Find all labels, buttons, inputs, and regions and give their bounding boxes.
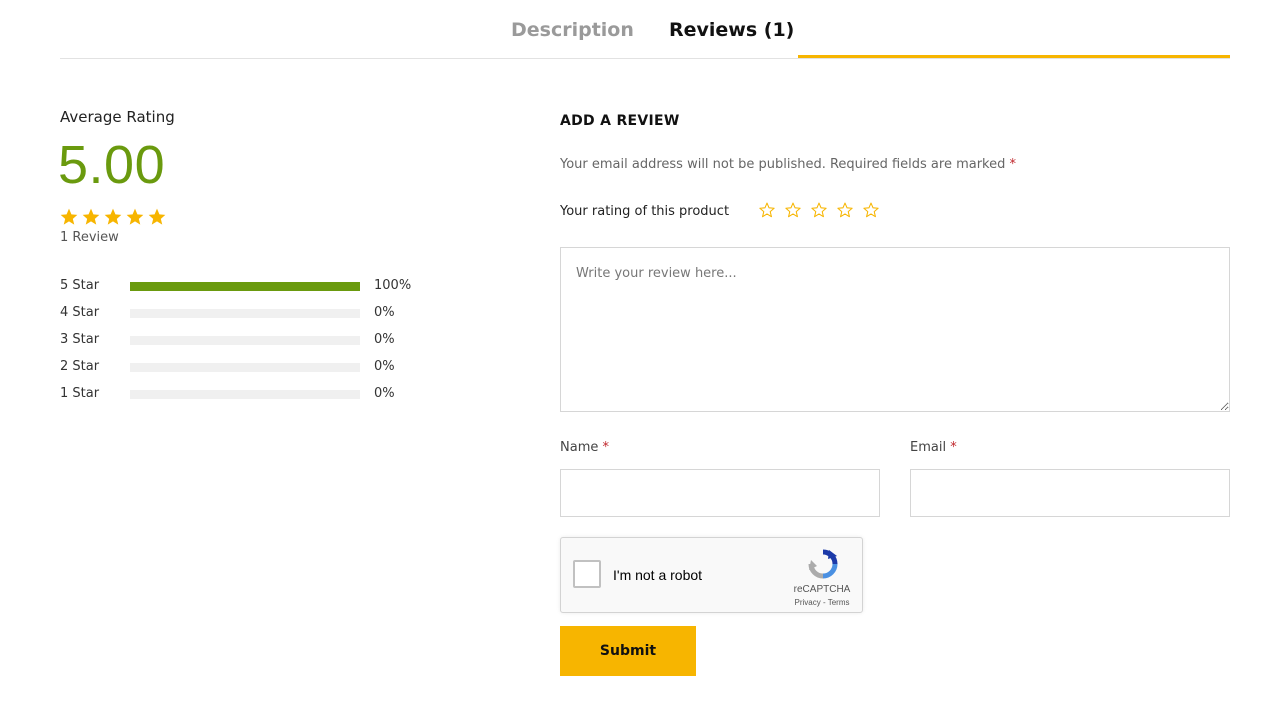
distribution-bar	[130, 282, 360, 291]
name-input[interactable]	[560, 469, 880, 517]
distribution-label: 5 Star	[60, 278, 100, 293]
review-count: 1 Review	[60, 230, 119, 245]
average-rating-value: 5.00	[58, 135, 166, 195]
rating-label: Your rating of this product	[560, 204, 730, 219]
distribution-label: 3 Star	[60, 332, 100, 347]
email-field-label: Email *	[910, 440, 957, 455]
star-filled-icon	[148, 208, 166, 225]
recaptcha-checkbox[interactable]	[573, 560, 601, 588]
distribution-bar	[130, 309, 360, 318]
active-tab-indicator	[798, 55, 1230, 58]
add-review-title: ADD A REVIEW	[560, 113, 680, 129]
distribution-bar-fill	[130, 282, 360, 291]
star-filled-icon	[60, 208, 78, 225]
submit-button[interactable]: Submit	[560, 626, 696, 676]
star-outline-icon[interactable]	[758, 201, 776, 219]
recaptcha-logo-icon	[808, 549, 838, 579]
required-mark: *	[1009, 157, 1017, 172]
required-mark: *	[602, 440, 610, 455]
required-mark: *	[950, 440, 957, 455]
email-input[interactable]	[910, 469, 1230, 517]
distribution-row: 3 Star 0%	[60, 332, 440, 359]
recaptcha-label: I'm not a robot	[613, 567, 703, 583]
distribution-percent: 0%	[374, 359, 395, 374]
distribution-bar	[130, 336, 360, 345]
distribution-bar	[130, 363, 360, 372]
average-rating-stars	[59, 207, 167, 227]
distribution-percent: 100%	[374, 278, 412, 293]
star-outline-icon[interactable]	[836, 201, 854, 219]
tab-description[interactable]: Description	[511, 19, 634, 41]
product-tabs: Description Reviews (1)	[60, 0, 1230, 59]
star-filled-icon	[82, 208, 100, 225]
recaptcha-brand: reCAPTCHA	[793, 584, 851, 595]
star-outline-icon[interactable]	[810, 201, 828, 219]
rating-input	[758, 201, 880, 219]
email-label-text: Email	[910, 440, 947, 455]
review-textarea[interactable]	[560, 247, 1230, 412]
form-note: Your email address will not be published…	[560, 157, 1016, 172]
star-outline-icon[interactable]	[862, 201, 880, 219]
form-note-text: Your email address will not be published…	[560, 157, 1006, 172]
distribution-bar	[130, 390, 360, 399]
distribution-percent: 0%	[374, 332, 395, 347]
distribution-row: 2 Star 0%	[60, 359, 440, 386]
recaptcha-links[interactable]: Privacy - Terms	[787, 598, 857, 607]
name-label-text: Name	[560, 440, 599, 455]
distribution-row: 4 Star 0%	[60, 305, 440, 332]
rating-distribution: 5 Star 100% 4 Star 0% 3 Star 0% 2 Star 0…	[60, 278, 440, 413]
distribution-label: 1 Star	[60, 386, 100, 401]
distribution-row: 1 Star 0%	[60, 386, 440, 413]
star-filled-icon	[126, 208, 144, 225]
average-rating-label: Average Rating	[60, 108, 175, 126]
tab-reviews[interactable]: Reviews (1)	[669, 19, 794, 41]
distribution-percent: 0%	[374, 386, 395, 401]
star-outline-icon[interactable]	[784, 201, 802, 219]
distribution-label: 2 Star	[60, 359, 100, 374]
distribution-row: 5 Star 100%	[60, 278, 440, 305]
recaptcha-widget: I'm not a robot reCAPTCHA Privacy - Term…	[560, 537, 863, 613]
distribution-label: 4 Star	[60, 305, 100, 320]
star-filled-icon	[104, 208, 122, 225]
name-field-label: Name *	[560, 440, 609, 455]
distribution-percent: 0%	[374, 305, 395, 320]
